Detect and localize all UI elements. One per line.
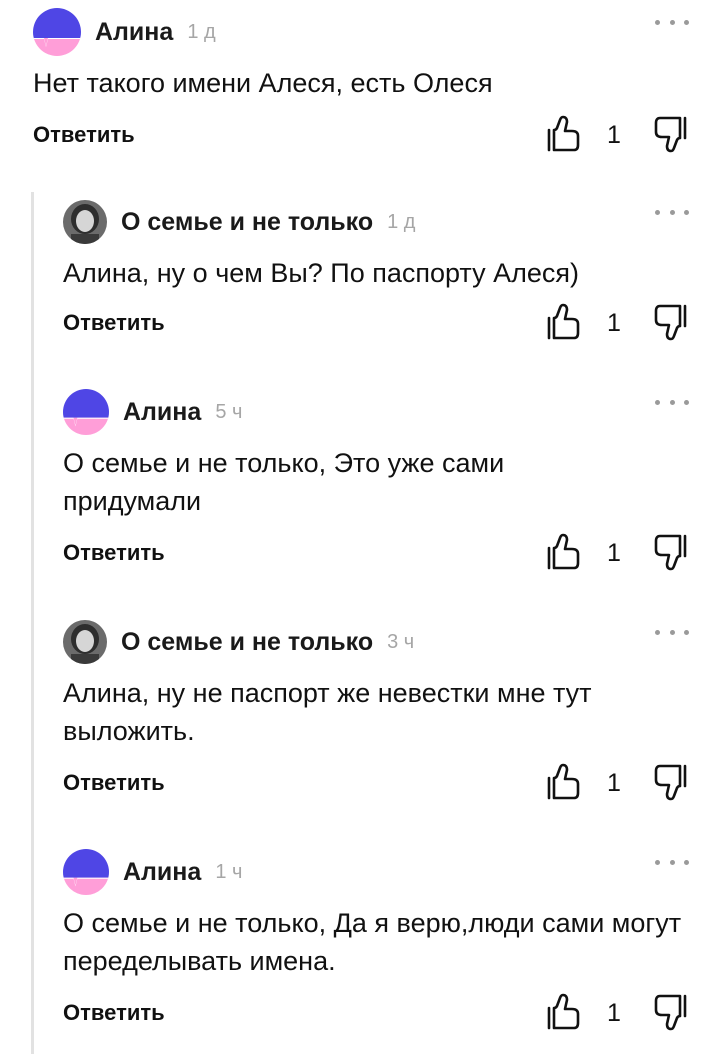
avatar[interactable] — [63, 389, 109, 435]
reply-button[interactable]: Ответить — [63, 310, 165, 336]
like-icon[interactable] — [545, 302, 581, 342]
blue-pink-logo-avatar-icon — [33, 8, 81, 56]
like-icon[interactable] — [545, 992, 581, 1032]
like-icon[interactable] — [545, 762, 581, 802]
more-options-icon[interactable] — [655, 202, 689, 222]
avatar[interactable] — [63, 620, 107, 664]
comments-page: Алина 1 д Нет такого имени Алеся, есть О… — [0, 0, 706, 1054]
like-count: 1 — [607, 769, 621, 797]
dislike-icon[interactable] — [653, 302, 689, 342]
comment-text: О семье и не только, Да я верю,люди сами… — [63, 908, 682, 976]
avatar[interactable] — [63, 200, 107, 244]
comment-footer: Ответить 1 — [63, 532, 693, 572]
comment-header: О семье и не только 1 д — [63, 194, 415, 250]
comment-text: Алина, ну о чем Вы? По паспорту Алеся) — [63, 258, 579, 288]
reply-button[interactable]: Ответить — [63, 540, 165, 566]
reply-button[interactable]: Ответить — [63, 770, 165, 796]
reply-button[interactable]: Ответить — [63, 1000, 165, 1026]
comment: О семье и не только 1 д Алина, ну о чем … — [63, 194, 693, 354]
comment-time: 1 ч — [215, 860, 243, 883]
dislike-icon[interactable] — [653, 762, 689, 802]
comment: Алина 1 д Нет такого имени Алеся, есть О… — [33, 4, 693, 174]
like-icon[interactable] — [545, 532, 581, 572]
comment-header: Алина 1 д — [33, 4, 216, 60]
comment: Алина 1 ч О семье и не только, Да я верю… — [63, 844, 693, 1044]
comment-author[interactable]: О семье и не только — [121, 208, 373, 237]
avatar[interactable] — [63, 849, 109, 895]
like-icon[interactable] — [545, 114, 581, 154]
comment-footer: Ответить 1 — [63, 302, 693, 342]
comment: О семье и не только 3 ч Алина, ну не пас… — [63, 614, 693, 814]
comment-header: Алина 1 ч — [63, 844, 242, 900]
comment-text: О семье и не только, Это уже сами придум… — [63, 448, 505, 516]
dislike-icon[interactable] — [653, 114, 689, 154]
comment-time: 3 ч — [387, 630, 415, 653]
comment-header: Алина 5 ч — [63, 384, 242, 440]
comment-text: Алина, ну не паспорт же невестки мне тут… — [63, 678, 592, 746]
comment-footer: Ответить 1 — [33, 114, 693, 154]
comment-footer: Ответить 1 — [63, 762, 693, 802]
like-count: 1 — [607, 121, 621, 149]
more-options-icon[interactable] — [655, 852, 689, 872]
like-count: 1 — [607, 999, 621, 1027]
dislike-icon[interactable] — [653, 992, 689, 1032]
comment-author[interactable]: Алина — [95, 18, 173, 47]
avatar[interactable] — [33, 8, 81, 56]
comment-time: 5 ч — [215, 400, 243, 423]
more-options-icon[interactable] — [655, 622, 689, 642]
comment-author[interactable]: Алина — [123, 858, 201, 887]
reply-button[interactable]: Ответить — [33, 122, 135, 148]
blue-pink-logo-avatar-icon — [63, 849, 109, 895]
like-count: 1 — [607, 309, 621, 337]
comment-text: Нет такого имени Алеся, есть Олеся — [33, 68, 493, 98]
photo-avatar-icon — [63, 200, 107, 244]
more-options-icon[interactable] — [655, 12, 689, 32]
comment-time: 1 д — [187, 20, 216, 43]
comment-footer: Ответить 1 — [63, 992, 693, 1032]
comment: Алина 5 ч О семье и не только, Это уже с… — [63, 384, 693, 584]
more-options-icon[interactable] — [655, 392, 689, 412]
like-count: 1 — [607, 539, 621, 567]
blue-pink-logo-avatar-icon — [63, 389, 109, 435]
comment-header: О семье и не только 3 ч — [63, 614, 414, 670]
comment-time: 1 д — [387, 210, 416, 233]
comment-author[interactable]: Алина — [123, 398, 201, 427]
dislike-icon[interactable] — [653, 532, 689, 572]
reply-thread-line — [31, 192, 34, 1054]
comment-author[interactable]: О семье и не только — [121, 628, 373, 657]
photo-avatar-icon — [63, 620, 107, 664]
